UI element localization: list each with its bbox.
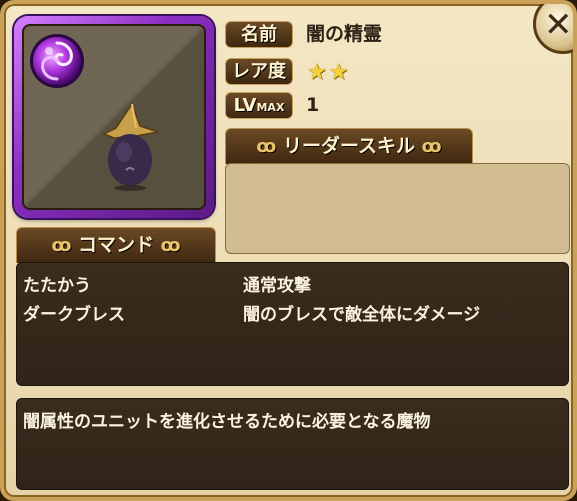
name-label: 名前 (225, 21, 293, 48)
command-header: ꝏ コマンド ꝏ (16, 227, 216, 263)
star-icon: ★ (328, 60, 349, 85)
rarity-stars: ★ ★ (307, 61, 348, 85)
monster-level: 1 (306, 94, 320, 116)
command-name: たたかう (23, 276, 91, 296)
dark-element-orb-icon (30, 34, 84, 88)
level-label: LVMAX (225, 92, 293, 119)
leader-skill-header: ꝏ リーダースキル ꝏ (225, 128, 473, 164)
ornament-right-icon: ꝏ (160, 235, 181, 256)
close-icon: ✕ (544, 5, 573, 45)
ornament-left-icon: ꝏ (51, 235, 72, 256)
close-button[interactable]: ✕ (533, 4, 573, 54)
command-desc: 通常攻撃 (243, 276, 311, 296)
monster-description: 闇属性のユニットを進化させるために必要となる魔物 (23, 412, 431, 432)
monster-name: 闇の精霊 (306, 23, 383, 45)
command-name: ダークブレス (23, 305, 125, 325)
ornament-right-icon: ꝏ (421, 136, 442, 157)
dark-spirit-monster-sprite (102, 102, 159, 191)
command-desc: 闇のブレスで敵全体にダメージ (243, 305, 481, 325)
monster-detail-window: 名前 闇の精霊 レア度 ★ ★ LVMAX 1 ✕ ꝏ リーダースキル ꝏ ꝏ コ… (0, 0, 577, 501)
leader-skill-panel (225, 163, 570, 254)
monster-portrait (22, 24, 206, 210)
command-panel: たたかう 通常攻撃 ダークブレス 闇のブレスで敵全体にダメージ (16, 262, 569, 386)
star-icon: ★ (307, 60, 327, 85)
ornament-left-icon: ꝏ (256, 136, 277, 157)
monster-portrait-frame (14, 16, 214, 218)
description-panel: 闇属性のユニットを進化させるために必要となる魔物 (16, 398, 569, 490)
rarity-label: レア度 (225, 58, 293, 85)
